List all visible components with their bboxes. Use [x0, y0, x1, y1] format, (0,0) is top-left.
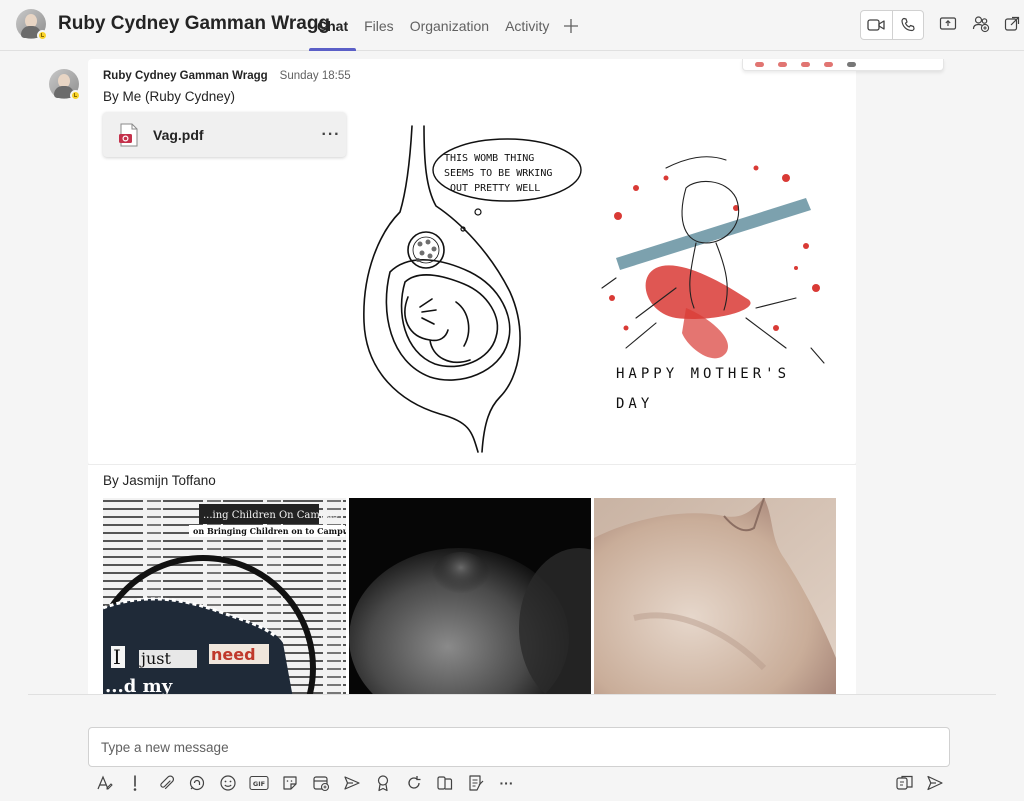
plus-icon: [564, 18, 579, 33]
presence-away-icon: [70, 90, 81, 101]
video-call-icon: [867, 19, 886, 31]
send-icon: [927, 775, 943, 791]
reaction-icon: [778, 62, 787, 67]
approvals-button[interactable]: [433, 771, 456, 795]
chat-thread[interactable]: Ruby Cydney Gamman Wragg Sunday 18:55 By…: [0, 52, 1024, 694]
reactions-bar[interactable]: [742, 59, 944, 71]
tab-activity[interactable]: Activity: [497, 0, 557, 51]
avatar[interactable]: [16, 9, 48, 41]
pop-out-button[interactable]: [1000, 12, 1024, 36]
send-button[interactable]: [923, 771, 947, 795]
loop-component-icon: [407, 776, 420, 789]
message-meta: Ruby Cydney Gamman Wragg Sunday 18:55: [103, 70, 351, 82]
send-praise-icon: [343, 776, 360, 790]
important-button[interactable]: [123, 771, 146, 795]
collage-image[interactable]: ...ing Children On Campus on Bringing Ch…: [103, 498, 346, 694]
format-icon: [96, 775, 113, 790]
loop-button[interactable]: [185, 771, 208, 795]
attach-button[interactable]: [154, 771, 177, 795]
call-button-group: [860, 10, 924, 40]
drawing-caption-line: SEEMS TO BE WRKING: [444, 168, 552, 179]
sculpture-photo-image[interactable]: [594, 498, 836, 694]
drawing-caption-line: OUT PRETTY WELL: [450, 183, 540, 194]
format-button[interactable]: [92, 771, 115, 795]
reaction-icon: [755, 62, 764, 67]
reaction-icon: [801, 62, 810, 67]
schedule-meeting-button[interactable]: [309, 771, 332, 795]
add-people-icon: [972, 16, 990, 33]
video-call-button[interactable]: [861, 11, 892, 39]
drawing-caption-line: HAPPY MOTHER'S: [616, 366, 790, 382]
reaction-icon: [824, 62, 833, 67]
schedule-meeting-icon: [312, 776, 329, 792]
send-praise-button[interactable]: [340, 771, 363, 795]
share-screen-button[interactable]: [936, 12, 960, 36]
loop-icon: [189, 775, 204, 791]
praise-button[interactable]: [371, 771, 394, 795]
mothers-day-drawing-image[interactable]: HAPPY MOTHER'S DAY: [596, 148, 836, 414]
forms-button[interactable]: [464, 771, 487, 795]
sticker-icon: [282, 776, 297, 790]
compose-toolbar: GIF ···: [92, 771, 518, 795]
share-screen-icon: [939, 17, 957, 30]
sticker-button[interactable]: [278, 771, 301, 795]
message-text: By Me (Ruby Cydney): [103, 89, 236, 104]
image-gallery: ...ing Children On Campus on Bringing Ch…: [103, 498, 836, 694]
praise-icon: [377, 775, 388, 792]
tab-chat[interactable]: Chat: [309, 0, 357, 51]
message-compose-box[interactable]: [88, 727, 950, 767]
collage-word: ...d my: [105, 676, 173, 694]
message-bubble[interactable]: Ruby Cydney Gamman Wragg Sunday 18:55 By…: [88, 59, 944, 465]
sender-name: Ruby Cydney Gamman Wragg: [103, 70, 268, 82]
gif-button[interactable]: GIF: [247, 771, 270, 795]
message-timestamp: Sunday 18:55: [279, 70, 351, 82]
page-title: Ruby Cydney Gamman Wragg: [58, 13, 331, 34]
message-input[interactable]: [89, 728, 949, 766]
tab-bar: Chat Files Organization Activity: [309, 0, 585, 51]
message-text: By Jasmijn Toffano: [103, 473, 216, 488]
chat-header: Ruby Cydney Gamman Wragg Chat Files Orga…: [0, 0, 1024, 51]
add-people-button[interactable]: [969, 12, 993, 36]
collage-word: just: [139, 649, 171, 668]
audio-call-button[interactable]: [891, 11, 923, 39]
attach-icon: [159, 775, 174, 790]
gif-label: GIF: [252, 780, 264, 788]
womb-drawing-image[interactable]: THIS WOMB THING SEEMS TO BE WRKING OUT P…: [360, 122, 588, 454]
pdf-file-icon: [119, 123, 139, 147]
copilot-button[interactable]: [893, 771, 917, 795]
reaction-icon: [847, 62, 856, 67]
copilot-icon: [896, 775, 913, 790]
collage-word: need: [211, 645, 256, 664]
blurred-photo-image[interactable]: [349, 498, 591, 694]
collage-headline: ...ing Children On Campus: [203, 510, 338, 521]
tab-files[interactable]: Files: [356, 0, 402, 51]
file-more-options-button[interactable]: ···: [316, 126, 346, 144]
compose-divider: [28, 694, 996, 695]
avatar[interactable]: [49, 69, 81, 101]
add-tab-button[interactable]: [557, 0, 585, 51]
message-bubble[interactable]: By Jasmijn Toffano ...ing Children On Ca…: [88, 464, 856, 694]
forms-icon: [468, 775, 483, 791]
file-attachment[interactable]: Vag.pdf ···: [103, 112, 346, 157]
loop-component-button[interactable]: [402, 771, 425, 795]
file-name: Vag.pdf: [153, 126, 204, 143]
more-options-button[interactable]: ···: [495, 771, 518, 795]
collage-subhead: on Bringing Children on to Campus: [193, 526, 346, 536]
tab-organization[interactable]: Organization: [402, 0, 497, 51]
pop-out-icon: [1004, 16, 1020, 31]
important-icon: [133, 775, 136, 791]
emoji-button[interactable]: [216, 771, 239, 795]
gif-icon: GIF: [248, 775, 269, 791]
emoji-icon: [219, 775, 236, 791]
presence-away-icon: [37, 30, 48, 41]
approvals-icon: [436, 776, 452, 790]
drawing-caption-line: DAY: [616, 396, 653, 412]
collage-word: I: [113, 645, 121, 669]
audio-call-icon: [901, 17, 915, 32]
drawing-caption-line: THIS WOMB THING: [444, 153, 534, 164]
